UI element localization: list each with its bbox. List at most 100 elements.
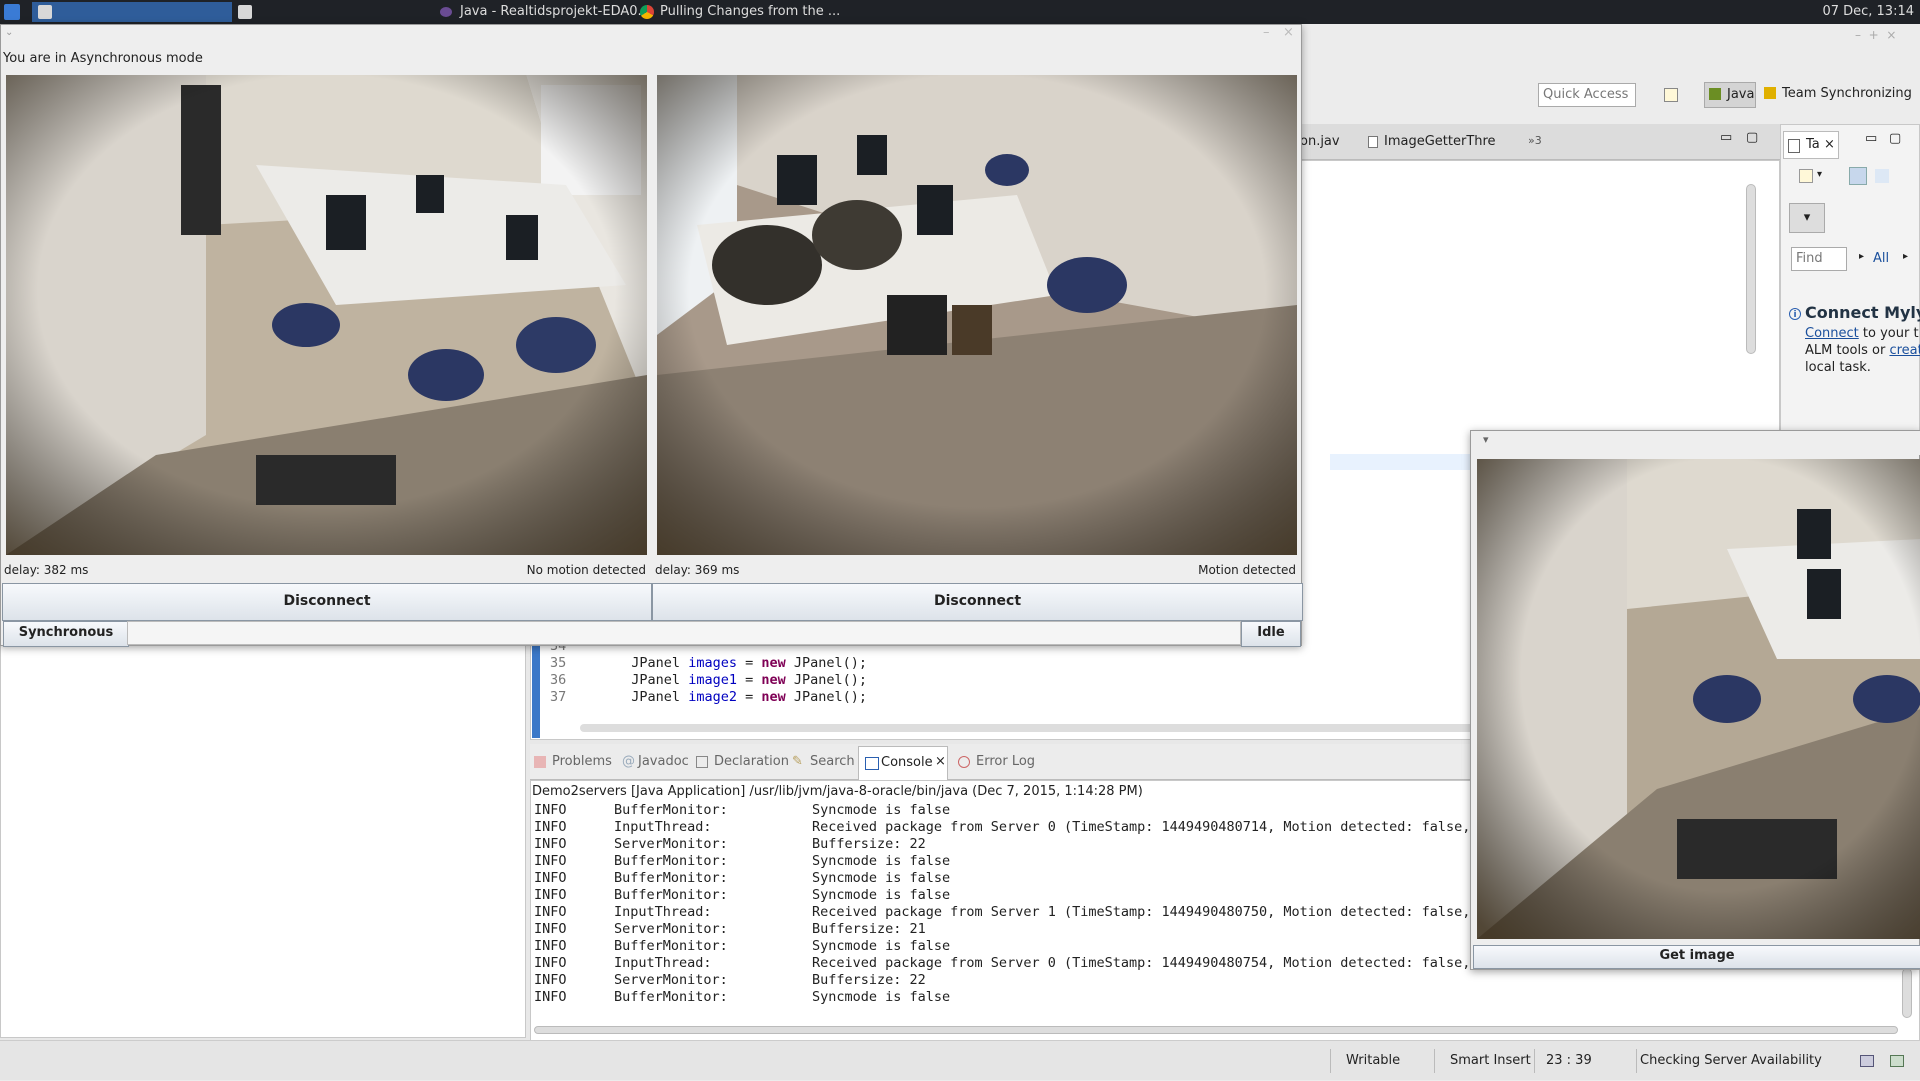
minimize-icon[interactable]: ▭ [1720,130,1732,145]
minimize-icon[interactable]: ▭ [1865,131,1877,146]
status-position: 23 : 39 [1546,1053,1592,1068]
tab-problems[interactable]: Problems [552,754,612,769]
close-icon[interactable]: × [935,754,946,769]
maximize-icon[interactable]: ▢ [1746,130,1758,145]
close-icon[interactable]: × [1283,25,1294,40]
line-number: 37 [550,689,567,705]
task-find-input[interactable]: Find [1791,247,1847,271]
error-log-icon [958,756,970,768]
status-job: Checking Server Availability [1640,1053,1822,1068]
tab-error-log[interactable]: Error Log [976,754,1035,769]
tab-search[interactable]: Search [810,754,855,769]
eclipse-icon [440,7,452,17]
maximize-icon[interactable]: ▢ [1889,131,1901,146]
close-icon[interactable]: × [1886,28,1896,42]
play-icon[interactable]: ▸ [1903,251,1908,262]
new-task-icon[interactable] [1799,169,1813,183]
close-icon[interactable]: × [1824,132,1835,158]
notifications-icon[interactable] [1890,1055,1904,1067]
image-viewer-window: ▾ Get image [1470,430,1920,970]
disconnect-button[interactable]: Disconnect [2,583,652,621]
console-h-scrollbar[interactable] [534,1026,1898,1034]
code-line[interactable]: 37 JPanel image2 = new JPanel(); [550,689,867,706]
idle-status-label: Idle [1241,621,1301,647]
motion-status: No motion detected [526,563,646,577]
declaration-icon [696,756,708,768]
code-block: 34 35 JPanel images = new JPanel(); 36 J… [550,638,1470,738]
console-v-scrollbar[interactable] [1902,968,1912,1018]
team-sync-icon [1764,87,1776,99]
problems-icon [534,756,546,768]
console-line: INFO ServerMonitor: Buffersize: 22 [534,972,926,988]
editor-scrollbar[interactable] [1746,184,1756,354]
package-explorer [0,644,526,1038]
expand-icon[interactable] [1875,169,1889,183]
synchronous-button[interactable]: Synchronous [3,621,129,647]
camera-image-2 [657,75,1297,555]
window-controls: – + × [1855,28,1915,44]
quick-access-input[interactable]: Quick Access [1538,83,1636,107]
console-line: INFO ServerMonitor: Buffersize: 21 [534,921,926,937]
categorize-icon[interactable] [1849,167,1867,185]
status-writable: Writable [1346,1053,1401,1068]
chevron-down-icon[interactable]: ▾ [1483,433,1489,446]
all-tasks-link[interactable]: All [1873,251,1889,266]
task-list-tab-label: Ta [1806,137,1820,152]
tab-console-label: Console [881,755,933,770]
minimize-icon[interactable]: – [1855,28,1861,42]
chevron-down-icon[interactable]: ▾ [1817,169,1822,180]
snapshot-image [1477,459,1920,939]
camera-image-1 [6,75,647,555]
progress-icon[interactable] [1860,1055,1874,1067]
connect-link[interactable]: Connect [1805,326,1859,341]
editor-tab[interactable]: on.jav [1300,134,1340,149]
code-line[interactable]: 36 JPanel image1 = new JPanel(); [550,672,867,689]
perspective-team-label: Team Synchronizing [1782,86,1912,101]
editor-tab[interactable]: ImageGetterThre [1384,134,1496,149]
perspective-team[interactable]: Team Synchronizing [1762,82,1920,108]
java-perspective-icon [1709,88,1721,100]
maximize-icon[interactable]: + [1869,28,1879,42]
delay-label: delay: 369 ms [655,563,740,577]
create-link[interactable]: creat [1889,343,1920,358]
line-number: 36 [550,672,567,688]
console-line: INFO InputThread: Received package from Se… [534,819,1471,835]
motion-status: Motion detected [1198,563,1296,577]
code-line[interactable]: 35 JPanel images = new JPanel(); [550,655,867,672]
more-tabs-button[interactable]: »3 [1528,134,1542,147]
tab-javadoc[interactable]: Javadoc [638,754,689,769]
task-list-pane: Ta × ▭ ▢ ▾ ▾ Find ▸ All ▸ i Connect Myly… [1780,124,1920,454]
console-line: INFO BufferMonitor: Syncmode is false [534,802,951,818]
minimize-icon[interactable]: – [1263,25,1270,40]
console-line: INFO ServerMonitor: Buffersize: 22 [534,836,926,852]
perspective-java[interactable]: Java [1704,82,1756,108]
office-camera-image [657,75,1297,555]
mode-label: You are in Asynchronous mode [3,51,203,66]
camera-client-window: ⌄ – × You are in Asynchronous mode delay… [0,24,1303,647]
taskbar-item-eclipse[interactable]: Java - Realtidsprojekt-EDA0... [460,0,650,24]
play-icon[interactable]: ▸ [1859,251,1864,262]
mylyn-title: Connect Myly [1805,303,1920,322]
office-camera-image [1477,459,1920,939]
disconnect-button[interactable]: Disconnect [652,583,1303,621]
task-list-icon [1788,139,1800,153]
perspective-java-label: Java [1727,87,1755,102]
editor-h-scrollbar[interactable] [580,724,1480,732]
window-menu-icon[interactable]: ⌄ [5,27,13,38]
java-app-icon[interactable] [238,5,252,19]
console-output: INFO BufferMonitor: Syncmode is false INFO… [534,802,1544,1012]
task-list-tab[interactable]: Ta × [1783,131,1839,159]
get-image-button[interactable]: Get image [1473,945,1920,969]
tab-console[interactable]: Console × [858,746,948,780]
console-line: INFO BufferMonitor: Syncmode is false [534,989,951,1005]
status-field [127,621,1241,645]
filter-dropdown[interactable]: ▾ [1789,203,1825,233]
window-title-bar: ▾ [1471,431,1920,455]
javadoc-icon: @ [622,754,635,769]
tab-declaration[interactable]: Declaration [714,754,789,769]
start-menu-icon[interactable] [4,4,20,20]
taskbar-item-chrome[interactable]: Pulling Changes from the ... [660,0,840,24]
open-perspective-icon[interactable] [1664,88,1678,102]
taskbar-active-window[interactable] [32,2,232,22]
status-bar: Writable Smart Insert 23 : 39 Checking S… [0,1040,1920,1080]
